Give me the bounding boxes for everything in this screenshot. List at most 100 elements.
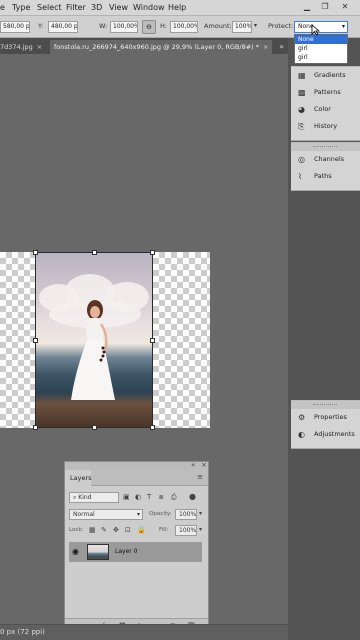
lock-label: Lock:	[69, 527, 84, 533]
panel-label: History	[314, 122, 338, 130]
color-icon: ◕	[298, 105, 305, 114]
panel-properties[interactable]: ⚙ Properties	[291, 409, 360, 426]
layer-thumbnail	[87, 544, 109, 560]
lock-position-icon[interactable]: ✥	[113, 526, 119, 534]
chevron-down-icon[interactable]: ▾	[199, 510, 202, 517]
panel-channels[interactable]: ◎ Channels	[291, 151, 360, 168]
x-position-field[interactable]: 580,00 px	[0, 21, 30, 33]
layer-name[interactable]: Layer 0	[115, 548, 137, 555]
protect-select[interactable]: None ▾	[294, 21, 348, 33]
filter-toggle-icon[interactable]: ●	[189, 492, 196, 501]
menu-3d[interactable]: 3D	[91, 3, 102, 12]
adjustments-icon: ◐	[298, 430, 305, 439]
tab-label: 7d374.jpg	[0, 43, 33, 51]
panel-gripper[interactable]	[291, 401, 360, 409]
transform-handle[interactable]	[150, 250, 155, 255]
history-icon: ⎘	[298, 122, 305, 131]
filter-smart-object-icon[interactable]: ⎙	[171, 493, 177, 502]
panel-divider	[291, 185, 360, 191]
panel-label: Adjustments	[314, 430, 355, 438]
protect-option-girl-2[interactable]: girl	[295, 53, 347, 62]
menu-type[interactable]: Type	[12, 3, 30, 12]
lock-image-icon[interactable]: ✎	[101, 526, 107, 534]
menu-edit[interactable]: e	[0, 3, 5, 12]
panel-label: Paths	[314, 172, 332, 180]
panel-divider	[291, 135, 360, 141]
panel-divider	[291, 443, 360, 449]
transform-bounding-box[interactable]	[33, 250, 155, 430]
menu-view[interactable]: View	[109, 3, 128, 12]
paths-icon: ⌇	[298, 172, 302, 181]
filter-shape-icon[interactable]: ⧈	[159, 493, 163, 502]
close-icon[interactable]: ✕	[338, 1, 352, 13]
panel-group-channels: ◎ Channels ⌇ Paths	[291, 142, 360, 191]
amount-label: Amount:	[204, 22, 232, 30]
status-bar: 0 px (72 ppi)	[0, 624, 288, 640]
close-icon[interactable]: ×	[37, 43, 42, 51]
transform-handle[interactable]	[33, 338, 38, 343]
properties-icon: ⚙	[298, 413, 306, 422]
filter-adjustment-icon[interactable]: ◐	[135, 493, 141, 501]
minimize-icon[interactable]: ▁	[300, 1, 314, 13]
layers-panel-titlebar[interactable]: « ×	[65, 461, 208, 470]
chevron-down-icon[interactable]: ▾	[199, 526, 202, 533]
link-proportions-button[interactable]: ⊖	[142, 20, 156, 34]
close-icon[interactable]: ×	[201, 461, 207, 469]
eye-icon[interactable]: ◉	[72, 547, 79, 556]
kind-filter-label: Kind	[78, 494, 92, 501]
y-position-field[interactable]: 480,00 px	[48, 21, 78, 33]
panel-color[interactable]: ◕ Color	[291, 101, 360, 118]
transform-handle[interactable]	[92, 250, 97, 255]
panel-paths[interactable]: ⌇ Paths	[291, 168, 360, 185]
menu-select[interactable]: Select	[37, 3, 62, 12]
layer-row[interactable]: ◉ Layer 0	[69, 542, 202, 562]
tab-document-2[interactable]: fonstola.ru_266974_640x960.jpg @ 29,9% (…	[50, 40, 273, 54]
transparent-area-left	[0, 252, 35, 428]
lock-transparent-icon[interactable]: ▦	[89, 526, 96, 534]
tab-overflow-icon[interactable]: »	[279, 40, 284, 54]
protect-label: Protect:	[268, 22, 294, 30]
panel-patterns[interactable]: ▩ Patterns	[291, 84, 360, 101]
lock-artboard-icon[interactable]: ⊡	[125, 526, 131, 534]
transparent-area-right	[153, 252, 210, 428]
panel-menu-icon[interactable]: ≡	[197, 473, 203, 481]
blend-mode-select[interactable]: Normal ▾	[69, 509, 143, 520]
menu-filter[interactable]: Filter	[66, 3, 86, 12]
panel-adjustments[interactable]: ◐ Adjustments	[291, 426, 360, 443]
patterns-icon: ▩	[298, 88, 306, 97]
height-field[interactable]: 100,00%	[170, 21, 198, 33]
panel-group-swatches: ▦ Gradients ▩ Patterns ◕ Color ⎘ History	[291, 66, 360, 141]
panel-gradients[interactable]: ▦ Gradients	[291, 67, 360, 84]
layers-tab-row: Layers ≡	[65, 470, 208, 486]
maximize-icon[interactable]: ❐	[318, 1, 332, 13]
protect-option-none[interactable]: None	[295, 35, 347, 44]
mouse-cursor-icon	[311, 24, 320, 36]
panel-gripper[interactable]	[291, 143, 360, 151]
tab-layers[interactable]: Layers	[65, 470, 92, 486]
filter-type-icon[interactable]: T	[147, 493, 151, 501]
w-label: W:	[99, 22, 108, 30]
fill-label: Fill:	[159, 527, 169, 533]
amount-field[interactable]: 100%	[232, 21, 252, 33]
lock-all-icon[interactable]: 🔒	[137, 526, 146, 534]
width-field[interactable]: 100,00%	[110, 21, 138, 33]
menu-window[interactable]: Window	[133, 3, 165, 12]
menu-help[interactable]: Help	[168, 3, 186, 12]
fill-field[interactable]: 100%	[175, 525, 197, 536]
protect-option-girl[interactable]: girl	[295, 44, 347, 53]
transform-handle[interactable]	[150, 338, 155, 343]
transform-handle[interactable]	[33, 425, 38, 430]
tab-document-1[interactable]: 7d374.jpg ×	[0, 40, 42, 54]
panel-history[interactable]: ⎘ History	[291, 118, 360, 135]
panel-label: Patterns	[314, 88, 341, 96]
opacity-field[interactable]: 100%	[175, 509, 197, 520]
amount-dropdown-icon[interactable]: ▾	[254, 22, 257, 29]
close-icon[interactable]: ×	[263, 43, 268, 51]
filter-pixel-icon[interactable]: ▣	[123, 493, 130, 501]
transform-handle[interactable]	[92, 425, 97, 430]
collapse-icon[interactable]: «	[191, 461, 195, 469]
transform-handle[interactable]	[150, 425, 155, 430]
channels-icon: ◎	[298, 155, 305, 164]
transform-handle[interactable]	[33, 250, 38, 255]
layer-kind-filter[interactable]: ⌕ Kind	[69, 492, 119, 503]
